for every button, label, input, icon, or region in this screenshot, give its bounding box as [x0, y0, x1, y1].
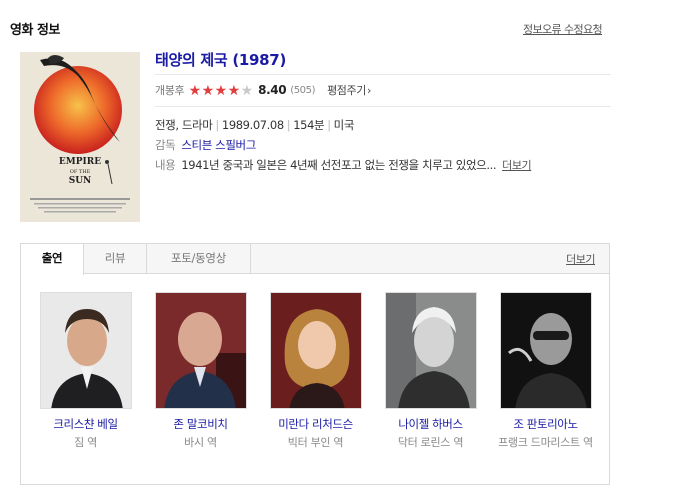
cast-box: 출연 리뷰 포토/동영상 더보기 크리스챤 베일 짐 역 존 말코비치 바시 역…: [20, 243, 610, 485]
star-icon: ★: [201, 82, 215, 99]
star-empty-icon: ★: [240, 82, 254, 99]
tab-reviews[interactable]: 리뷰: [84, 244, 147, 274]
cast-name[interactable]: 미란다 리처드슨: [268, 416, 363, 432]
tab-bar: 출연 리뷰 포토/동영상 더보기: [21, 244, 609, 275]
tab-cast[interactable]: 출연: [21, 244, 84, 275]
cast-member[interactable]: 존 말코비치 바시 역: [153, 292, 248, 450]
cast-name[interactable]: 나이젤 하버스: [383, 416, 478, 432]
cast-role: 닥터 로린스 역: [397, 436, 464, 449]
movie-info: 태양의 제국 (1987) 개봉후 ★ ★ ★ ★ ★ 8.40 (505) 평…: [155, 48, 611, 176]
summary-label: 내용: [155, 158, 176, 172]
cast-role: 짐 역: [74, 436, 97, 449]
rating-row: 개봉후 ★ ★ ★ ★ ★ 8.40 (505) 평점주기: [155, 75, 611, 107]
poster-image: EMPIRE OF THE SUN: [20, 52, 140, 222]
cast-member[interactable]: 조 판토리아노 프랭크 드마리스트 역: [498, 292, 593, 450]
country: 미국: [333, 118, 355, 132]
divider: |: [327, 118, 331, 132]
summary-text: 1941년 중국과 일본은 4년째 선전포고 없는 전쟁을 치루고 있었으...: [181, 158, 497, 172]
section-title: 영화 정보: [10, 23, 60, 38]
star-icon: ★: [188, 82, 202, 99]
cast-name[interactable]: 조 판토리아노: [498, 416, 593, 432]
rate-movie-link[interactable]: 평점주기: [327, 75, 371, 106]
cast-name[interactable]: 크리스챤 베일: [38, 416, 133, 432]
release-date: 1989.07.08: [221, 118, 284, 132]
rating-label: 개봉후: [155, 84, 185, 97]
cast-photo[interactable]: [269, 292, 362, 409]
runtime: 154분: [293, 118, 325, 132]
cast-more-link[interactable]: 더보기: [566, 251, 595, 267]
star-rating: ★ ★ ★ ★ ★: [188, 82, 254, 99]
movie-poster[interactable]: EMPIRE OF THE SUN: [20, 52, 140, 222]
svg-text:SUN: SUN: [69, 176, 92, 186]
tab-photos-videos[interactable]: 포토/동영상: [147, 244, 251, 274]
cast-member[interactable]: 나이젤 하버스 닥터 로린스 역: [383, 292, 478, 450]
movie-meta: 전쟁, 드라마 | 1989.07.08 | 154분 | 미국 감독 스티븐 스필버그 내용…: [155, 107, 611, 176]
rating-votes: (505): [290, 85, 316, 96]
cast-role: 프랭크 드마리스트 역: [498, 436, 593, 449]
cast-photo[interactable]: [499, 292, 592, 409]
divider: |: [286, 118, 291, 132]
cast-role: 빅터 부인 역: [287, 436, 344, 449]
rating-score: 8.40: [258, 83, 287, 97]
director-row: 감독 스티븐 스필버그: [155, 136, 611, 156]
summary-row: 내용 1941년 중국과 일본은 4년째 선전포고 없는 전쟁을 치루고 있었으.…: [155, 156, 611, 176]
star-icon: ★: [227, 82, 241, 99]
svg-text:OF THE: OF THE: [70, 169, 91, 175]
movie-facts: 전쟁, 드라마 | 1989.07.08 | 154분 | 미국: [155, 116, 611, 136]
cast-role: 바시 역: [184, 436, 217, 449]
cast-photo[interactable]: [384, 292, 477, 409]
report-error-link[interactable]: 정보오류 수정요청: [523, 21, 603, 37]
cast-member[interactable]: 크리스챤 베일 짐 역: [38, 292, 133, 450]
cast-member[interactable]: 미란다 리처드슨 빅터 부인 역: [268, 292, 363, 450]
movie-title-text[interactable]: 태양의 제국 (1987): [155, 51, 286, 69]
summary-more-link[interactable]: 더보기: [502, 159, 532, 172]
divider: |: [215, 118, 219, 132]
cast-name[interactable]: 존 말코비치: [153, 416, 248, 432]
cast-photo[interactable]: [39, 292, 132, 409]
star-icon: ★: [214, 82, 228, 99]
director-label: 감독: [155, 138, 176, 152]
movie-title[interactable]: 태양의 제국 (1987): [155, 48, 611, 75]
genre: 전쟁, 드라마: [155, 118, 213, 132]
cast-photo[interactable]: [154, 292, 247, 409]
director-link[interactable]: 스티븐 스필버그: [181, 138, 256, 152]
svg-text:EMPIRE: EMPIRE: [59, 157, 101, 167]
